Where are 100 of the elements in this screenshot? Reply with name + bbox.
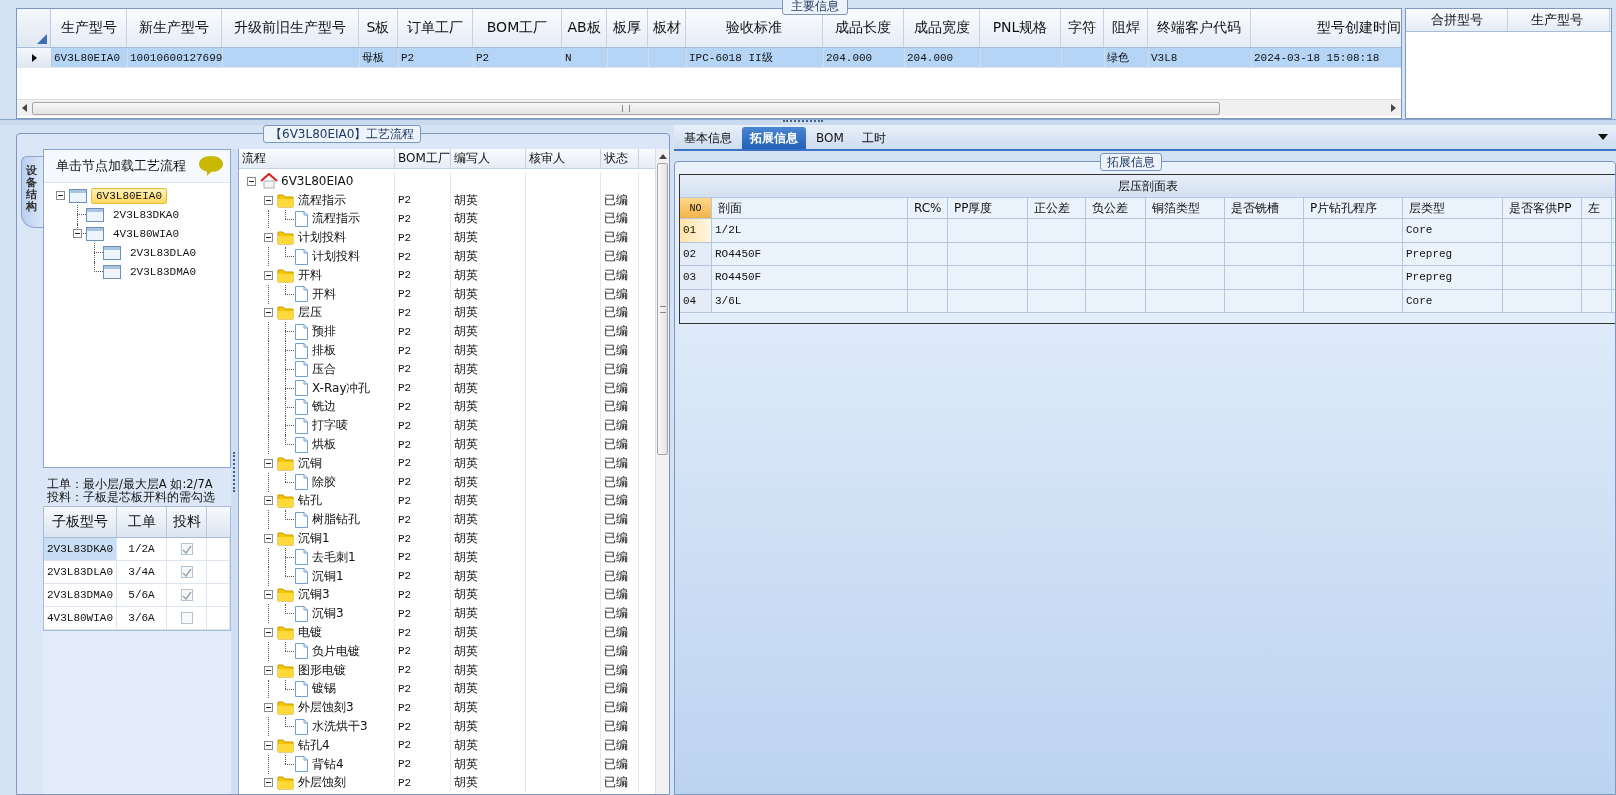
column-header[interactable]: 阻焊 — [1104, 9, 1148, 47]
column-header[interactable]: 层类型 — [1403, 198, 1503, 218]
tree-node[interactable]: 预排 — [309, 323, 336, 341]
collapse-icon[interactable] — [264, 778, 273, 788]
collapse-icon[interactable] — [56, 191, 65, 200]
corner-header[interactable] — [17, 9, 51, 47]
tree-node[interactable]: 计划投料 — [295, 229, 346, 247]
column-header[interactable]: 生产型号 — [1508, 9, 1610, 31]
column-header[interactable]: PNL规格 — [980, 9, 1061, 47]
tree-node[interactable]: 铣边 — [309, 398, 336, 416]
collapse-icon[interactable] — [264, 590, 273, 600]
tab[interactable]: BOM — [808, 127, 852, 149]
tree-node[interactable]: 排板 — [309, 342, 336, 360]
tree-node[interactable]: 钻孔 — [295, 492, 322, 510]
column-header[interactable]: BOM工厂 — [473, 9, 562, 47]
tree-node[interactable]: 层压 — [295, 304, 322, 322]
collapse-icon[interactable] — [264, 233, 273, 243]
tab[interactable]: 工时 — [853, 127, 894, 149]
scroll-left-icon[interactable] — [22, 104, 27, 112]
column-header[interactable]: 状态 — [601, 149, 639, 168]
scroll-up-icon[interactable] — [658, 154, 667, 159]
collapse-icon[interactable] — [264, 534, 273, 544]
tree-node[interactable]: 图形电镀 — [295, 661, 346, 679]
tree-node[interactable]: 2V3L83DLA0 — [125, 244, 201, 261]
tree-node[interactable]: 负片电镀 — [309, 642, 360, 660]
column-header[interactable]: 铜箔类型 — [1146, 198, 1225, 218]
column-header[interactable]: 订单工厂 — [398, 9, 473, 47]
column-header[interactable]: 核审人 — [526, 149, 601, 168]
collapse-icon[interactable] — [264, 308, 273, 318]
column-header[interactable]: 左 — [1582, 198, 1612, 218]
collapse-icon[interactable] — [264, 195, 273, 205]
collapse-icon[interactable] — [264, 496, 273, 506]
scroll-right-icon[interactable] — [1391, 104, 1396, 112]
column-header[interactable]: S板 — [359, 9, 398, 47]
column-header[interactable]: 负公差 — [1086, 198, 1146, 218]
collapse-icon[interactable] — [264, 740, 273, 750]
checkbox[interactable] — [180, 612, 193, 624]
column-header[interactable]: 是否铣槽 — [1225, 198, 1304, 218]
tree-node[interactable]: 背钻4 — [309, 755, 344, 773]
tree-node[interactable]: 开料 — [295, 266, 322, 284]
column-header[interactable]: 终端客户代码 — [1148, 9, 1251, 47]
tree-node[interactable]: 流程指示 — [295, 191, 346, 209]
tree-node[interactable]: 电镀 — [295, 624, 322, 641]
tree-node[interactable]: 计划投料 — [309, 248, 360, 266]
tree-node[interactable]: 6V3L80EIA0 — [91, 187, 167, 204]
tab[interactable]: 基本信息 — [676, 127, 740, 149]
column-header[interactable]: BOM工厂 — [395, 149, 451, 168]
column-header[interactable]: 新生产型号 — [127, 9, 222, 47]
collapse-icon[interactable] — [264, 458, 273, 468]
tree-node[interactable]: 6V3L80EIA0 — [278, 174, 354, 189]
column-header[interactable]: 是否客供PP — [1503, 198, 1582, 218]
tree-node[interactable]: 沉铜3 — [309, 605, 344, 623]
vertical-scrollbar[interactable] — [655, 149, 669, 794]
tree-node[interactable]: 2V3L83DMA0 — [125, 263, 201, 280]
column-header[interactable]: 合拼型号 — [1406, 9, 1508, 31]
column-header[interactable]: 字符 — [1061, 9, 1104, 47]
column-header[interactable]: 流程 — [239, 149, 395, 168]
tree-node[interactable]: 外层蚀刻 — [295, 774, 346, 792]
tree-node[interactable]: 沉铜1 — [309, 567, 344, 585]
column-header[interactable]: 剖面 — [712, 198, 908, 218]
side-tab[interactable]: 设备结构 — [21, 156, 43, 229]
tree-node[interactable]: 2V3L83DKA0 — [108, 206, 184, 223]
column-header[interactable]: AB板 — [562, 9, 607, 47]
tree-node[interactable]: 沉铜 — [295, 454, 322, 472]
tree-node[interactable]: 打字唛 — [309, 417, 348, 435]
tree-node[interactable]: 沉铜3 — [295, 586, 330, 604]
checkbox[interactable] — [180, 566, 193, 578]
column-header[interactable]: 板厚 — [607, 9, 648, 47]
column-header[interactable]: PP厚度 — [948, 198, 1028, 218]
tree-node[interactable]: 4V3L80WIA0 — [108, 225, 184, 242]
column-header[interactable]: P片钻孔程序 — [1304, 198, 1403, 218]
column-header[interactable]: 板材 — [648, 9, 686, 47]
tree-node[interactable]: X-Ray冲孔 — [309, 379, 371, 397]
dropdown-arrow-icon[interactable] — [1598, 134, 1608, 140]
collapse-icon[interactable] — [264, 270, 273, 280]
collapse-icon[interactable] — [73, 229, 82, 238]
horizontal-scrollbar[interactable] — [17, 99, 1401, 116]
tree-node[interactable]: 外层蚀刻3 — [295, 699, 354, 717]
tree-node[interactable]: 除胶 — [309, 473, 336, 491]
tab[interactable]: 拓展信息 — [742, 127, 806, 149]
splitter-handle[interactable] — [232, 451, 237, 492]
tree-node[interactable]: 开料 — [309, 285, 336, 303]
tree-node[interactable]: 水洗烘干3 — [309, 718, 368, 735]
tree-node[interactable]: 流程指示 — [309, 210, 360, 228]
column-header[interactable]: 升级前旧生产型号 — [222, 9, 359, 47]
column-header[interactable]: 生产型号 — [51, 9, 127, 47]
column-header[interactable]: 成品宽度 — [904, 9, 980, 47]
tree-node[interactable]: 去毛刺1 — [309, 548, 356, 566]
collapse-icon[interactable] — [264, 665, 273, 675]
tree-node[interactable]: 镀锡 — [309, 680, 336, 698]
tree-node[interactable]: 钻孔4 — [295, 736, 330, 754]
checkbox[interactable] — [180, 543, 193, 555]
tree-node[interactable]: 压合 — [309, 360, 336, 378]
column-header[interactable]: 正公差 — [1028, 198, 1086, 218]
collapse-icon[interactable] — [264, 703, 273, 713]
column-header[interactable]: 投料 — [167, 507, 207, 537]
column-header[interactable]: 子板型号 — [44, 507, 117, 537]
column-header[interactable]: NO — [680, 198, 712, 218]
column-header[interactable]: 编写人 — [451, 149, 526, 168]
tree-node[interactable]: 树脂钻孔 — [309, 511, 360, 529]
